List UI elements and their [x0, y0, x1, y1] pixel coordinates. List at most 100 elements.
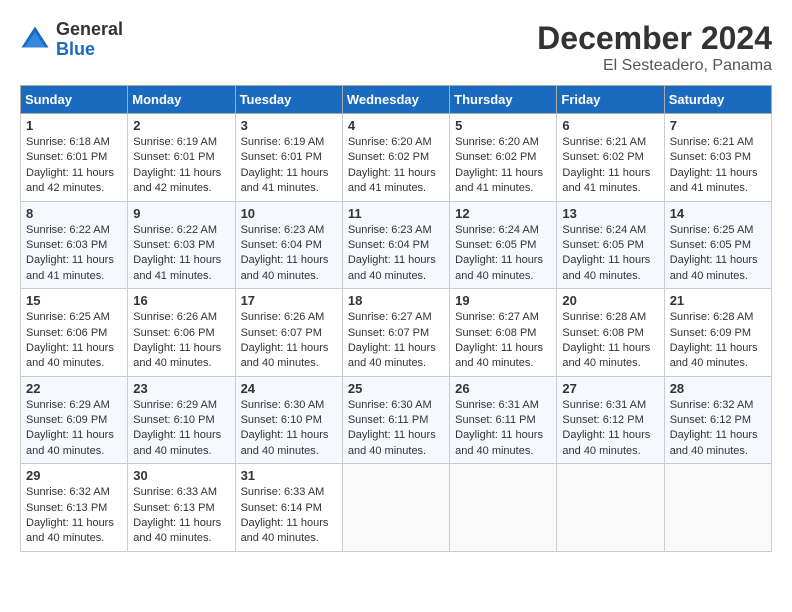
table-row	[557, 464, 664, 552]
table-row: 18 Sunrise: 6:27 AM Sunset: 6:07 PM Dayl…	[342, 289, 449, 377]
day-info: Sunrise: 6:21 AM Sunset: 6:02 PM Dayligh…	[562, 135, 658, 197]
day-info: Sunrise: 6:21 AM Sunset: 6:03 PM Dayligh…	[670, 135, 766, 197]
col-thursday: Thursday	[450, 86, 557, 114]
day-number: 17	[241, 293, 337, 308]
day-number: 20	[562, 293, 658, 308]
day-info: Sunrise: 6:24 AM Sunset: 6:05 PM Dayligh…	[455, 223, 551, 285]
table-row	[450, 464, 557, 552]
calendar-week-row: 22 Sunrise: 6:29 AM Sunset: 6:09 PM Dayl…	[21, 376, 772, 464]
title-block: December 2024 El Sesteadero, Panama	[537, 20, 772, 75]
day-info: Sunrise: 6:23 AM Sunset: 6:04 PM Dayligh…	[241, 223, 337, 285]
day-info: Sunrise: 6:33 AM Sunset: 6:14 PM Dayligh…	[241, 485, 337, 547]
table-row	[664, 464, 771, 552]
day-number: 25	[348, 381, 444, 396]
day-number: 7	[670, 118, 766, 133]
col-wednesday: Wednesday	[342, 86, 449, 114]
table-row: 11 Sunrise: 6:23 AM Sunset: 6:04 PM Dayl…	[342, 201, 449, 289]
day-info: Sunrise: 6:25 AM Sunset: 6:06 PM Dayligh…	[26, 310, 122, 372]
day-number: 26	[455, 381, 551, 396]
table-row: 16 Sunrise: 6:26 AM Sunset: 6:06 PM Dayl…	[128, 289, 235, 377]
calendar-title: December 2024	[537, 20, 772, 57]
table-row: 10 Sunrise: 6:23 AM Sunset: 6:04 PM Dayl…	[235, 201, 342, 289]
day-info: Sunrise: 6:31 AM Sunset: 6:12 PM Dayligh…	[562, 398, 658, 460]
calendar-header-row: Sunday Monday Tuesday Wednesday Thursday…	[21, 86, 772, 114]
day-info: Sunrise: 6:28 AM Sunset: 6:09 PM Dayligh…	[670, 310, 766, 372]
day-info: Sunrise: 6:24 AM Sunset: 6:05 PM Dayligh…	[562, 223, 658, 285]
table-row: 30 Sunrise: 6:33 AM Sunset: 6:13 PM Dayl…	[128, 464, 235, 552]
page-header: General Blue December 2024 El Sesteadero…	[20, 20, 772, 75]
table-row: 20 Sunrise: 6:28 AM Sunset: 6:08 PM Dayl…	[557, 289, 664, 377]
day-info: Sunrise: 6:29 AM Sunset: 6:10 PM Dayligh…	[133, 398, 229, 460]
day-number: 12	[455, 206, 551, 221]
day-info: Sunrise: 6:27 AM Sunset: 6:08 PM Dayligh…	[455, 310, 551, 372]
logo-text: General Blue	[56, 20, 123, 60]
day-number: 11	[348, 206, 444, 221]
day-info: Sunrise: 6:20 AM Sunset: 6:02 PM Dayligh…	[348, 135, 444, 197]
table-row: 7 Sunrise: 6:21 AM Sunset: 6:03 PM Dayli…	[664, 114, 771, 202]
table-row: 4 Sunrise: 6:20 AM Sunset: 6:02 PM Dayli…	[342, 114, 449, 202]
day-info: Sunrise: 6:23 AM Sunset: 6:04 PM Dayligh…	[348, 223, 444, 285]
day-info: Sunrise: 6:28 AM Sunset: 6:08 PM Dayligh…	[562, 310, 658, 372]
day-info: Sunrise: 6:31 AM Sunset: 6:11 PM Dayligh…	[455, 398, 551, 460]
table-row: 5 Sunrise: 6:20 AM Sunset: 6:02 PM Dayli…	[450, 114, 557, 202]
day-number: 1	[26, 118, 122, 133]
day-info: Sunrise: 6:27 AM Sunset: 6:07 PM Dayligh…	[348, 310, 444, 372]
day-info: Sunrise: 6:33 AM Sunset: 6:13 PM Dayligh…	[133, 485, 229, 547]
day-info: Sunrise: 6:26 AM Sunset: 6:07 PM Dayligh…	[241, 310, 337, 372]
logo-line2: Blue	[56, 40, 123, 60]
day-info: Sunrise: 6:32 AM Sunset: 6:12 PM Dayligh…	[670, 398, 766, 460]
day-number: 19	[455, 293, 551, 308]
calendar-week-row: 29 Sunrise: 6:32 AM Sunset: 6:13 PM Dayl…	[21, 464, 772, 552]
day-info: Sunrise: 6:19 AM Sunset: 6:01 PM Dayligh…	[133, 135, 229, 197]
day-number: 22	[26, 381, 122, 396]
table-row: 1 Sunrise: 6:18 AM Sunset: 6:01 PM Dayli…	[21, 114, 128, 202]
logo-line1: General	[56, 20, 123, 40]
col-friday: Friday	[557, 86, 664, 114]
day-number: 18	[348, 293, 444, 308]
table-row: 23 Sunrise: 6:29 AM Sunset: 6:10 PM Dayl…	[128, 376, 235, 464]
table-row: 27 Sunrise: 6:31 AM Sunset: 6:12 PM Dayl…	[557, 376, 664, 464]
table-row	[342, 464, 449, 552]
day-number: 10	[241, 206, 337, 221]
day-number: 6	[562, 118, 658, 133]
day-number: 2	[133, 118, 229, 133]
day-number: 13	[562, 206, 658, 221]
day-info: Sunrise: 6:29 AM Sunset: 6:09 PM Dayligh…	[26, 398, 122, 460]
table-row: 25 Sunrise: 6:30 AM Sunset: 6:11 PM Dayl…	[342, 376, 449, 464]
table-row: 9 Sunrise: 6:22 AM Sunset: 6:03 PM Dayli…	[128, 201, 235, 289]
calendar-week-row: 8 Sunrise: 6:22 AM Sunset: 6:03 PM Dayli…	[21, 201, 772, 289]
table-row: 21 Sunrise: 6:28 AM Sunset: 6:09 PM Dayl…	[664, 289, 771, 377]
day-info: Sunrise: 6:19 AM Sunset: 6:01 PM Dayligh…	[241, 135, 337, 197]
table-row: 22 Sunrise: 6:29 AM Sunset: 6:09 PM Dayl…	[21, 376, 128, 464]
day-number: 21	[670, 293, 766, 308]
day-number: 16	[133, 293, 229, 308]
day-number: 15	[26, 293, 122, 308]
day-info: Sunrise: 6:30 AM Sunset: 6:10 PM Dayligh…	[241, 398, 337, 460]
col-saturday: Saturday	[664, 86, 771, 114]
col-monday: Monday	[128, 86, 235, 114]
day-info: Sunrise: 6:30 AM Sunset: 6:11 PM Dayligh…	[348, 398, 444, 460]
day-number: 23	[133, 381, 229, 396]
logo-icon	[20, 25, 50, 55]
day-info: Sunrise: 6:25 AM Sunset: 6:05 PM Dayligh…	[670, 223, 766, 285]
col-tuesday: Tuesday	[235, 86, 342, 114]
day-number: 28	[670, 381, 766, 396]
table-row: 17 Sunrise: 6:26 AM Sunset: 6:07 PM Dayl…	[235, 289, 342, 377]
day-number: 8	[26, 206, 122, 221]
day-number: 27	[562, 381, 658, 396]
table-row: 24 Sunrise: 6:30 AM Sunset: 6:10 PM Dayl…	[235, 376, 342, 464]
table-row: 12 Sunrise: 6:24 AM Sunset: 6:05 PM Dayl…	[450, 201, 557, 289]
table-row: 8 Sunrise: 6:22 AM Sunset: 6:03 PM Dayli…	[21, 201, 128, 289]
calendar-subtitle: El Sesteadero, Panama	[537, 57, 772, 75]
day-number: 29	[26, 468, 122, 483]
day-info: Sunrise: 6:32 AM Sunset: 6:13 PM Dayligh…	[26, 485, 122, 547]
day-info: Sunrise: 6:18 AM Sunset: 6:01 PM Dayligh…	[26, 135, 122, 197]
calendar-week-row: 15 Sunrise: 6:25 AM Sunset: 6:06 PM Dayl…	[21, 289, 772, 377]
table-row: 29 Sunrise: 6:32 AM Sunset: 6:13 PM Dayl…	[21, 464, 128, 552]
col-sunday: Sunday	[21, 86, 128, 114]
day-number: 24	[241, 381, 337, 396]
day-info: Sunrise: 6:22 AM Sunset: 6:03 PM Dayligh…	[26, 223, 122, 285]
table-row: 3 Sunrise: 6:19 AM Sunset: 6:01 PM Dayli…	[235, 114, 342, 202]
day-number: 30	[133, 468, 229, 483]
table-row: 6 Sunrise: 6:21 AM Sunset: 6:02 PM Dayli…	[557, 114, 664, 202]
